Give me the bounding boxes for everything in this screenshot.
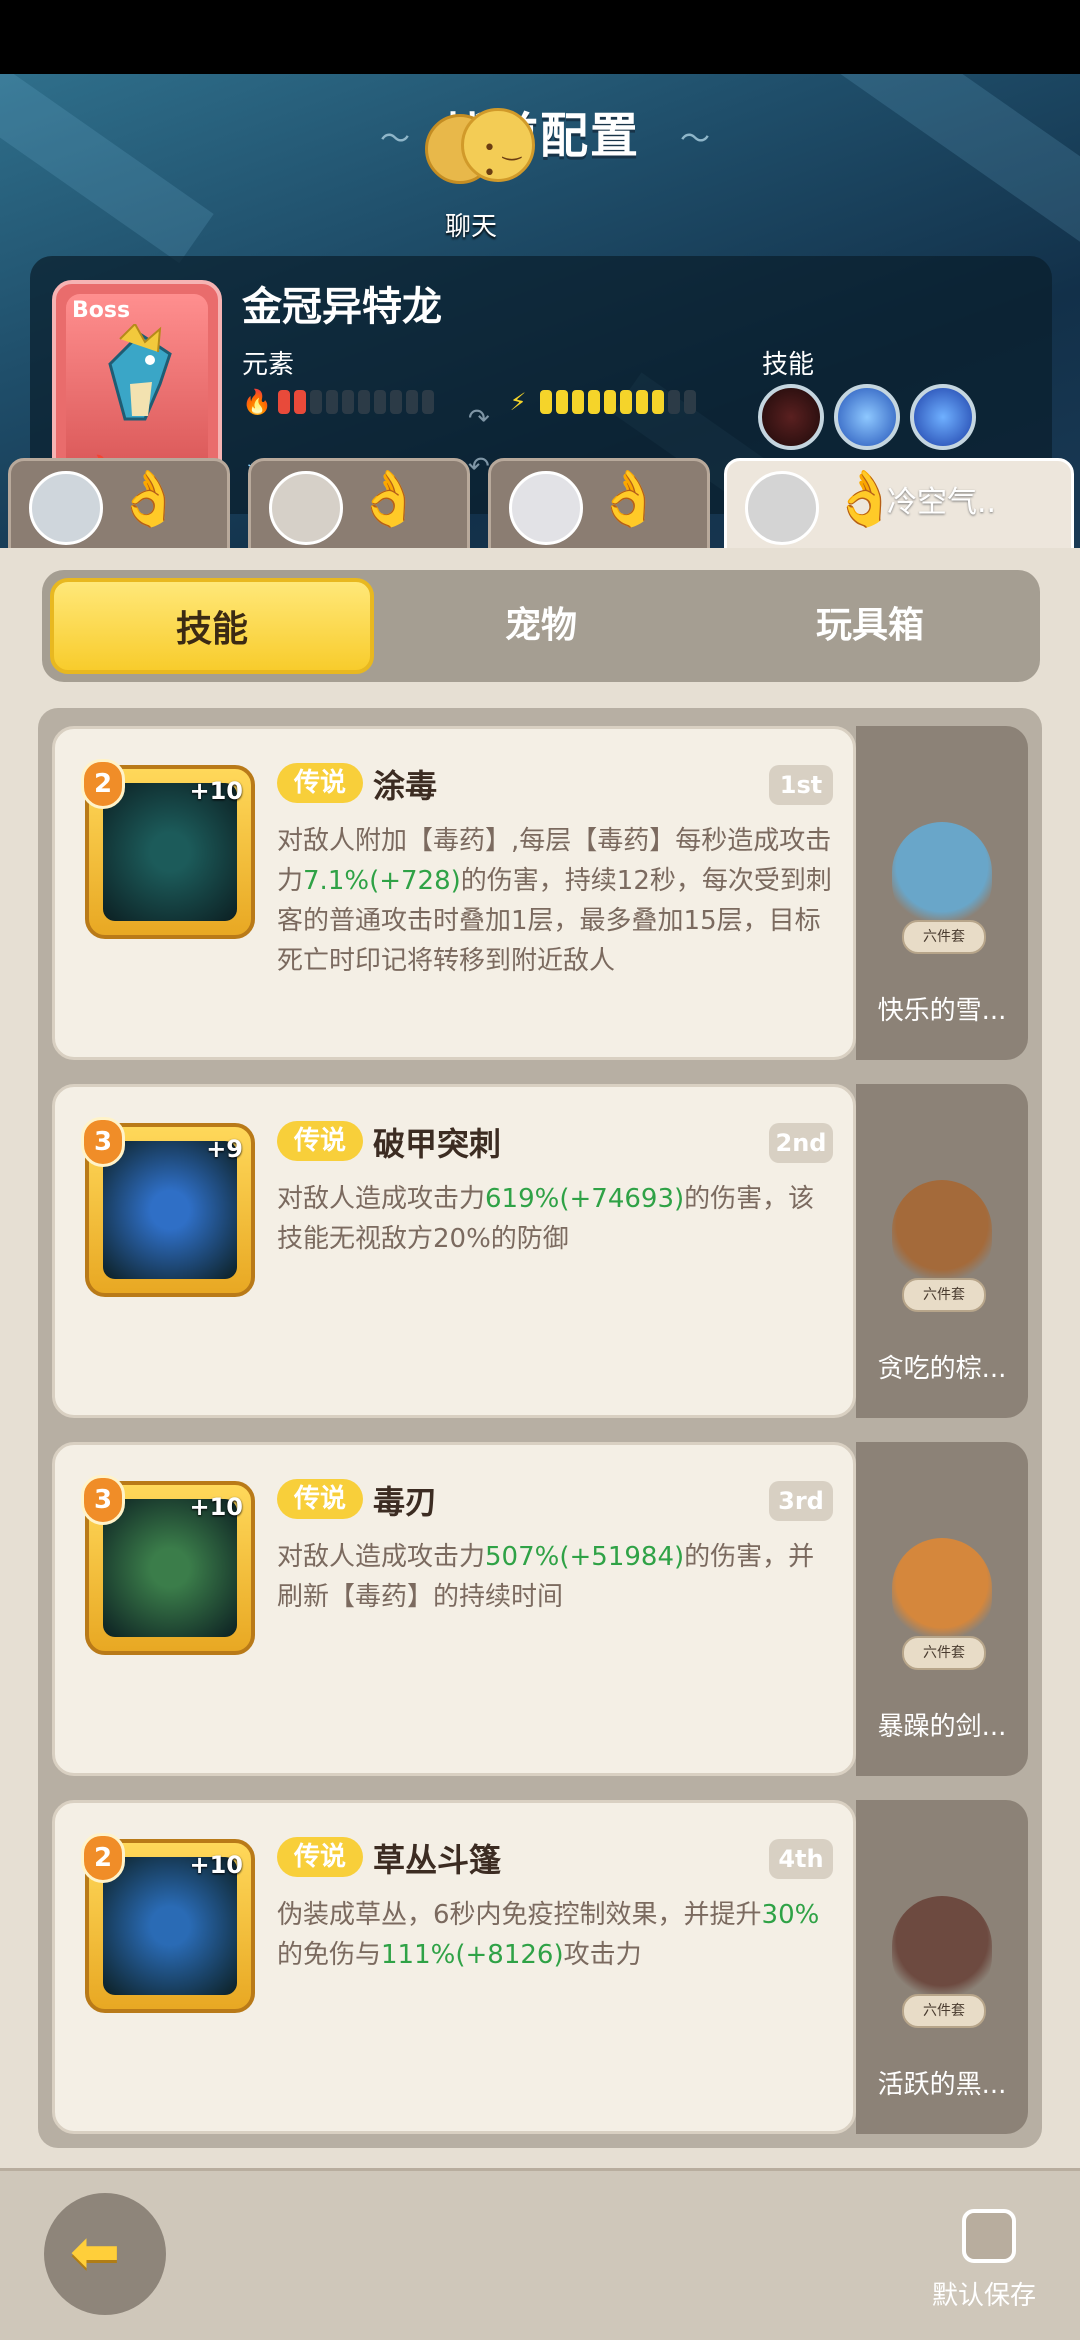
party-tab-4[interactable]: 👌 冷空气.. [724, 458, 1074, 552]
default-save-checkbox[interactable] [962, 2209, 1016, 2263]
dragon-icon [108, 324, 172, 421]
skill-icon-frame: 2 +10 [81, 1833, 255, 2013]
pet-figure-icon [892, 1180, 992, 1290]
skill-plus-level: +10 [189, 777, 243, 805]
rarity-badge: 传说 [277, 1479, 363, 1519]
rarity-badge: 传说 [277, 1837, 363, 1877]
element-label: 元素 [242, 350, 295, 380]
tab-skills[interactable]: 技能 [50, 578, 374, 674]
pet-slot[interactable]: 六件套暴躁的剑... [856, 1442, 1028, 1776]
skill-level-badge: 2 [81, 759, 125, 809]
player-avatar [29, 471, 103, 545]
page-title: 战前配置 [439, 108, 640, 164]
default-save-label: 默认保存 [932, 2281, 1037, 2311]
party-tabs: 👌 👌 👌 👌 冷空气.. [0, 458, 1080, 552]
player-avatar [269, 471, 343, 545]
pet-set-badge: 六件套 [902, 1994, 986, 2028]
skill-description: 对敌人造成攻击力619%(+74693)的伤害，该技能无视敌方20%的防御 [277, 1179, 837, 1259]
skill-text: 对敌人造成攻击力 [277, 1542, 486, 1572]
lightning-element-bar: ⚡ [504, 388, 696, 416]
skill-card[interactable]: 3 +10 传说 毒刃 3rd 对敌人造成攻击力507%(+51984)的伤害，并刷新【毒… [52, 1442, 856, 1776]
skill-icon-frame: 3 +9 [81, 1117, 255, 1297]
skill-label: 技能 [762, 350, 815, 380]
pet-set-badge: 六件套 [902, 1278, 986, 1312]
back-button[interactable]: ⬅ [44, 2193, 166, 2315]
pet-name: 暴躁的剑... [877, 1712, 1007, 1742]
lightning-icon: ⚡ [509, 388, 527, 416]
skill-plus-level: +9 [206, 1135, 243, 1163]
pet-name: 快乐的雪... [877, 996, 1007, 1026]
player-name: 冷空气.. [887, 485, 997, 520]
skill-text: 对敌人造成攻击力 [277, 1184, 486, 1214]
skill-value: 7.1%(+728) [303, 866, 461, 896]
pet-slot[interactable]: 六件套快乐的雪... [856, 726, 1028, 1060]
skill-value: 619%(+74693) [485, 1184, 685, 1214]
skill-name: 草丛斗篷 [373, 1841, 502, 1879]
skill-icon-frame: 3 +10 [81, 1475, 255, 1655]
boss-skill-bite-icon[interactable] [758, 384, 824, 450]
skill-plus-level: +10 [189, 1851, 243, 1879]
skill-value: 507%(+51984) [485, 1542, 685, 1572]
skill-level-badge: 3 [81, 1117, 125, 1167]
skill-plus-level: +10 [189, 1493, 243, 1521]
skill-name: 破甲突刺 [373, 1125, 502, 1163]
pet-figure-icon [892, 1896, 992, 2006]
tab-pets[interactable]: 宠物 [379, 578, 703, 674]
skill-description: 对敌人附加【毒药】,每层【毒药】每秒造成攻击力7.1%(+728)的伤害，持续1… [277, 821, 837, 981]
boss-skill-storm-icon[interactable] [834, 384, 900, 450]
player-avatar [745, 471, 819, 545]
boss-name: 金冠异特龙 [242, 284, 442, 330]
chat-button[interactable]: • ‿ • 聊天 [425, 108, 535, 242]
pet-slot[interactable]: 六件套活跃的黑... [856, 1800, 1028, 2134]
bottom-bar: ⬅ 默认保存 [0, 2168, 1080, 2340]
category-tabs: 技能 宠物 玩具箱 [42, 570, 1040, 682]
skill-name: 涂毒 [373, 767, 438, 805]
skill-name: 毒刃 [373, 1483, 438, 1521]
party-tab-3[interactable]: 👌 [488, 458, 710, 552]
pet-figure-icon [892, 822, 992, 932]
skill-rank: 4th [769, 1839, 833, 1879]
pet-set-badge: 六件套 [902, 920, 986, 954]
skill-description: 伪装成草丛，6秒内免疫控制效果，并提升30% 的免伤与111%(+8126)攻击力 [277, 1895, 837, 1975]
config-panel: 技能 宠物 玩具箱 2 +10 传说 涂毒 1st 对敌人附加【毒药】,每层【毒药】每秒造… [0, 548, 1080, 2168]
boss-tag: Boss [72, 298, 131, 323]
rarity-badge: 传说 [277, 763, 363, 803]
skill-level-badge: 3 [81, 1475, 125, 1525]
party-tab-1[interactable]: 👌 [8, 458, 230, 552]
skill-card[interactable]: 2 +10 传说 涂毒 1st 对敌人附加【毒药】,每层【毒药】每秒造成攻击力7.1%(+… [52, 726, 856, 1060]
tab-toybox[interactable]: 玩具箱 [708, 578, 1032, 674]
skill-rank: 1st [769, 765, 833, 805]
boss-skill-lightning-icon[interactable] [910, 384, 976, 450]
back-arrow-icon: ⬅ [70, 2217, 121, 2287]
skill-description: 对敌人造成攻击力507%(+51984)的伤害，并刷新【毒药】的持续时间 [277, 1537, 837, 1617]
rarity-badge: 传说 [277, 1121, 363, 1161]
fire-element-bar: 🔥 [242, 388, 434, 416]
player-avatar [509, 471, 583, 545]
skill-icon-frame: 2 +10 [81, 759, 255, 939]
skill-text: 伪装成草丛，6秒内免疫控制效果，并提升 [277, 1900, 762, 1930]
ready-hand-icon: 👌 [595, 467, 663, 530]
pet-slot[interactable]: 六件套贪吃的棕... [856, 1084, 1028, 1418]
swap-arrow-icon: ↷ [468, 404, 490, 434]
pet-name: 活跃的黑... [877, 2070, 1007, 2100]
party-tab-2[interactable]: 👌 [248, 458, 470, 552]
ready-hand-icon: 👌 [355, 467, 423, 530]
skill-card[interactable]: 2 +10 传说 草丛斗篷 4th 伪装成草丛，6秒内免疫控制效果，并提升30% 的免伤与1… [52, 1800, 856, 2134]
skill-rank: 3rd [769, 1481, 833, 1521]
skill-card[interactable]: 3 +9 传说 破甲突刺 2nd 对敌人造成攻击力619%(+74693)的伤害，该技能无… [52, 1084, 856, 1418]
pet-figure-icon [892, 1538, 992, 1648]
pet-set-badge: 六件套 [902, 1636, 986, 1670]
skill-text: 的免伤与 [277, 1940, 382, 1970]
ready-hand-icon: 👌 [115, 467, 183, 530]
status-bar [0, 0, 1080, 74]
smile-icon: • ‿ • [483, 136, 521, 186]
pet-name: 贪吃的棕... [877, 1354, 1007, 1384]
fire-icon: 🔥 [242, 388, 272, 416]
skill-text: 攻击力 [563, 1940, 642, 1970]
chat-label: 聊天 [445, 212, 498, 242]
skill-value: 30% [761, 1900, 820, 1930]
skill-level-badge: 2 [81, 1833, 125, 1883]
skill-value: 111%(+8126) [381, 1940, 564, 1970]
skill-rank: 2nd [769, 1123, 833, 1163]
